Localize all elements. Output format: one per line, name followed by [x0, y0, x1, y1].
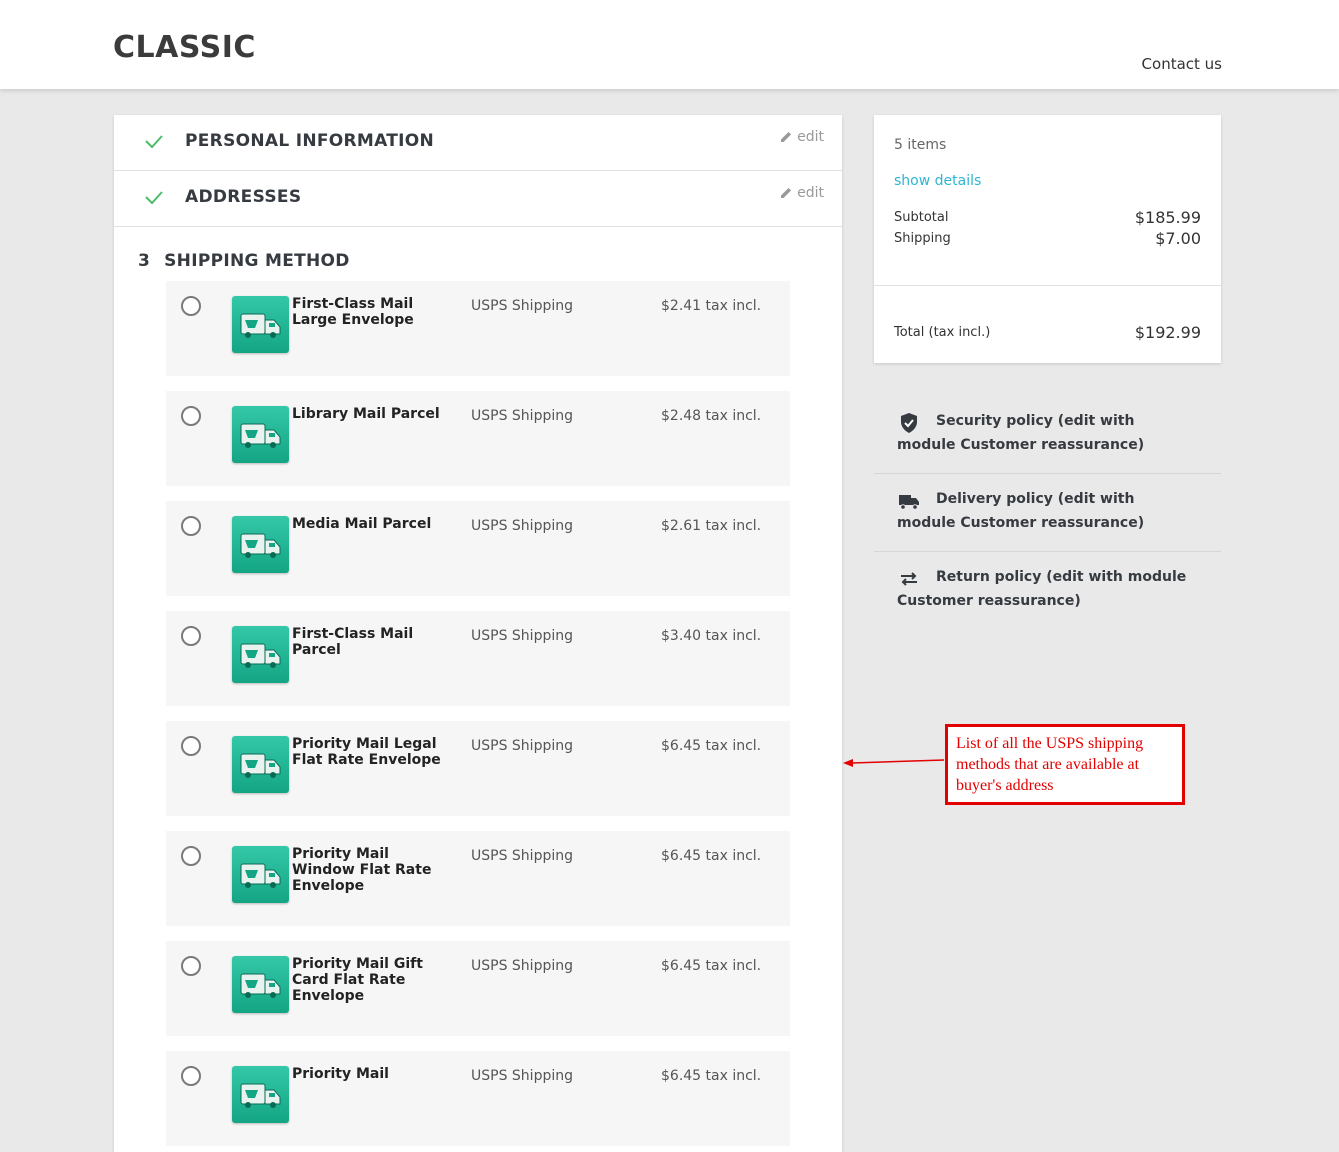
shipping-option-carrier: USPS Shipping [471, 958, 573, 974]
usps-logo-icon [232, 296, 289, 353]
shipping-option-name: Media Mail Parcel [292, 516, 432, 532]
annotation-callout: List of all the USPS shipping methods th… [945, 724, 1185, 805]
edit-addresses-button[interactable]: edit [779, 185, 824, 201]
shipping-option-name: Priority Mail Legal Flat Rate Envelope [292, 736, 441, 768]
usps-logo-icon [232, 406, 289, 463]
total-label: Total (tax incl.) [894, 325, 991, 340]
total-row: Total (tax incl.) $192.99 [894, 323, 1201, 342]
shipping-option-radio[interactable] [181, 736, 201, 756]
shipping-option-price: $2.61 tax incl. [661, 518, 762, 534]
shipping-option-radio[interactable] [181, 516, 201, 536]
shipping-value: $7.00 [1155, 229, 1201, 248]
shipping-option[interactable]: Priority Mail Window Flat Rate Envelope U… [166, 831, 790, 926]
shipping-option-name: Priority Mail Gift Card Flat Rate Envelo… [292, 956, 423, 1004]
reassurance-text: Delivery policy (edit with module Custom… [897, 491, 1145, 531]
shipping-option-radio[interactable] [181, 846, 201, 866]
reassurance-block: Security policy (edit with module Custom… [874, 396, 1221, 630]
reassurance-delivery: Delivery policy (edit with module Custom… [874, 474, 1221, 552]
step-personal-information[interactable]: PERSONAL INFORMATION edit [114, 115, 842, 171]
usps-logo-icon [232, 1066, 289, 1123]
edit-label: edit [797, 185, 824, 201]
shipping-option-name: Priority Mail Window Flat Rate Envelope [292, 846, 432, 894]
divider [874, 285, 1221, 286]
shipping-option-carrier: USPS Shipping [471, 738, 573, 754]
step-shipping-method-title: 3 SHIPPING METHOD [138, 251, 350, 271]
store-logo[interactable]: CLASSIC [113, 30, 256, 65]
shipping-option[interactable]: Priority Mail Gift Card Flat Rate Envelo… [166, 941, 790, 1036]
shipping-option-name: First-Class Mail Parcel [292, 626, 414, 658]
shipping-option-price: $6.45 tax incl. [661, 958, 762, 974]
shipping-option-name: Priority Mail [292, 1066, 389, 1082]
shipping-row: Shipping $7.00 [894, 229, 1201, 248]
shipping-option-carrier: USPS Shipping [471, 408, 573, 424]
reassurance-text: Security policy (edit with module Custom… [897, 413, 1145, 453]
reassurance-text: Return policy (edit with module Customer… [897, 569, 1187, 609]
shipping-option-price: $3.40 tax incl. [661, 628, 762, 644]
shipping-option[interactable]: Priority Mail USPS Shipping $6.45 tax incl… [166, 1051, 790, 1146]
shipping-option-price: $6.45 tax incl. [661, 848, 762, 864]
pencil-icon [781, 132, 792, 142]
step-title: ADDRESSES [185, 187, 302, 207]
usps-logo-icon [232, 516, 289, 573]
shipping-option[interactable]: Priority Mail Legal Flat Rate Envelope US… [166, 721, 790, 816]
checkout-steps: PERSONAL INFORMATION edit ADDRESSES edit… [114, 115, 842, 1152]
shipping-option-radio[interactable] [181, 406, 201, 426]
shipping-option[interactable]: First-Class Mail Parcel USPS Shipping $3.4… [166, 611, 790, 706]
shipping-label: Shipping [894, 231, 951, 246]
step-title: SHIPPING METHOD [164, 251, 350, 271]
shipping-option[interactable]: Library Mail Parcel USPS Shipping $2.48 ta… [166, 391, 790, 486]
shipping-option-carrier: USPS Shipping [471, 298, 573, 314]
shipping-option-price: $2.41 tax incl. [661, 298, 762, 314]
reassurance-return: Return policy (edit with module Customer… [874, 552, 1221, 630]
usps-logo-icon [232, 626, 289, 683]
shipping-option-name: First-Class Mail Large Envelope [292, 296, 414, 328]
shipping-option-carrier: USPS Shipping [471, 518, 573, 534]
shipping-option-name: Library Mail Parcel [292, 406, 440, 422]
step-title: PERSONAL INFORMATION [185, 131, 435, 151]
site-header: CLASSIC Contact us [0, 0, 1339, 89]
edit-label: edit [797, 129, 824, 145]
shipping-option-radio[interactable] [181, 1066, 201, 1086]
usps-logo-icon [232, 956, 289, 1013]
shipping-option-radio[interactable] [181, 626, 201, 646]
pencil-icon [781, 188, 792, 198]
reassurance-security: Security policy (edit with module Custom… [874, 396, 1221, 474]
shipping-option-radio[interactable] [181, 956, 201, 976]
shipping-options-list: First-Class Mail Large Envelope USPS Ship… [166, 281, 790, 1152]
total-value: $192.99 [1134, 323, 1201, 342]
shipping-option-carrier: USPS Shipping [471, 848, 573, 864]
contact-us-link[interactable]: Contact us [1142, 55, 1222, 73]
check-icon [145, 191, 163, 205]
subtotal-label: Subtotal [894, 210, 949, 225]
shipping-option-price: $6.45 tax incl. [661, 738, 762, 754]
shipping-option-price: $6.45 tax incl. [661, 1068, 762, 1084]
shipping-option-carrier: USPS Shipping [471, 628, 573, 644]
items-count: 5 items [894, 137, 947, 153]
shipping-option-carrier: USPS Shipping [471, 1068, 573, 1084]
step-number: 3 [138, 251, 151, 271]
subtotal-value: $185.99 [1134, 208, 1201, 227]
subtotal-row: Subtotal $185.99 [894, 208, 1201, 227]
edit-personal-button[interactable]: edit [779, 129, 824, 145]
shipping-option-price: $2.48 tax incl. [661, 408, 762, 424]
step-addresses[interactable]: ADDRESSES edit [114, 171, 842, 227]
cart-summary: 5 items show details Subtotal $185.99 Sh… [874, 115, 1221, 363]
show-details-link[interactable]: show details [894, 173, 981, 189]
check-icon [145, 135, 163, 149]
shipping-option-radio[interactable] [181, 296, 201, 316]
shipping-option[interactable]: First-Class Mail Large Envelope USPS Ship… [166, 281, 790, 376]
usps-logo-icon [232, 736, 289, 793]
shipping-option[interactable]: Media Mail Parcel USPS Shipping $2.61 tax … [166, 501, 790, 596]
usps-logo-icon [232, 846, 289, 903]
